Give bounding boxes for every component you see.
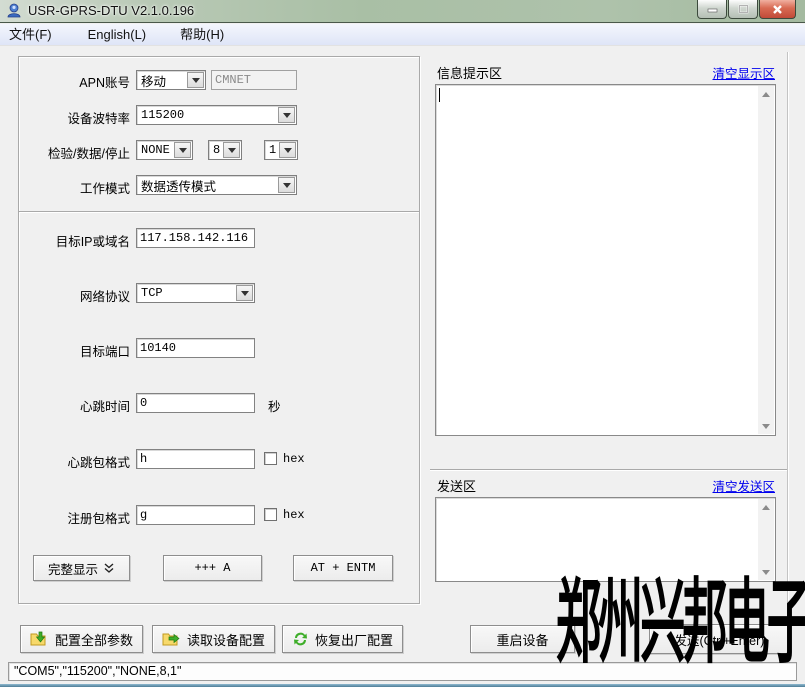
factory-reset-label: 恢复出厂配置 — [315, 630, 393, 649]
apn-value-field[interactable] — [211, 70, 297, 90]
heartbeat-time-field[interactable] — [136, 393, 255, 413]
target-port-field[interactable] — [136, 338, 255, 358]
parity-select[interactable]: NONE — [136, 140, 193, 160]
workmode-label: 工作模式 — [14, 178, 130, 197]
workmode-value: 数据透传模式 — [137, 176, 277, 195]
chevron-down-icon[interactable] — [278, 177, 295, 193]
chevron-down-icon[interactable] — [187, 72, 204, 88]
full-display-label: 完整显示 — [48, 559, 98, 578]
chevron-down-icon[interactable] — [223, 142, 240, 158]
window-title: USR-GPRS-DTU V2.1.0.196 — [28, 3, 194, 18]
menu-help[interactable]: 帮助(H) — [171, 24, 233, 46]
baud-select[interactable]: 115200 — [136, 105, 297, 125]
serial-params-label: 检验/数据/停止 — [14, 143, 130, 162]
heartbeat-packet-label: 心跳包格式 — [14, 452, 130, 471]
at-entm-label: AT + ENTM — [311, 561, 376, 575]
full-display-button[interactable]: 完整显示 — [33, 555, 130, 581]
right-edge-line — [787, 52, 789, 656]
register-packet-label: 注册包格式 — [14, 508, 130, 527]
stopbits-value: 1 — [265, 143, 278, 157]
protocol-select[interactable]: TCP — [136, 283, 255, 303]
send-textarea[interactable] — [435, 497, 776, 582]
minimize-button[interactable] — [697, 0, 727, 19]
scroll-down-icon[interactable] — [758, 418, 774, 434]
config-all-button[interactable]: 配置全部参数 — [20, 625, 143, 653]
apn-operator-select[interactable]: 移动 — [136, 70, 206, 90]
title-bar[interactable]: USR-GPRS-DTU V2.1.0.196 — [0, 0, 805, 23]
target-ip-label: 目标IP或域名 — [14, 231, 130, 250]
factory-reset-button[interactable]: 恢复出厂配置 — [282, 625, 403, 653]
read-config-button[interactable]: 读取设备配置 — [152, 625, 275, 653]
at-entm-button[interactable]: AT + ENTM — [293, 555, 393, 581]
read-config-label: 读取设备配置 — [187, 630, 265, 649]
maximize-button[interactable] — [728, 0, 758, 19]
baud-value: 115200 — [137, 108, 277, 122]
databits-value: 8 — [209, 143, 222, 157]
refresh-icon — [292, 631, 309, 647]
clear-display-link[interactable]: 清空显示区 — [712, 63, 775, 82]
config-all-label: 配置全部参数 — [55, 630, 133, 649]
app-window: USR-GPRS-DTU V2.1.0.196 文件(F) English(L)… — [0, 0, 805, 687]
plus-a-label: +++ A — [194, 561, 230, 575]
register-hex-checkbox[interactable] — [264, 508, 277, 521]
scroll-up-icon[interactable] — [758, 499, 774, 515]
protocol-value: TCP — [137, 286, 235, 300]
register-hex-label: hex — [283, 508, 305, 522]
vendor-watermark: 郑州兴邦电子 — [556, 574, 805, 672]
workmode-select[interactable]: 数据透传模式 — [136, 175, 297, 195]
protocol-label: 网络协议 — [14, 286, 130, 305]
heartbeat-packet-field[interactable] — [136, 449, 255, 469]
apn-label: APN账号 — [14, 72, 130, 91]
info-display-textarea[interactable] — [435, 84, 776, 436]
close-icon — [772, 4, 783, 15]
restart-device-label: 重启设备 — [496, 630, 548, 649]
heartbeat-hex-checkbox[interactable] — [264, 452, 277, 465]
plus-a-button[interactable]: +++ A — [163, 555, 262, 581]
chevron-double-down-icon — [103, 562, 115, 574]
heartbeat-time-label: 心跳时间 — [14, 396, 130, 415]
scroll-up-icon[interactable] — [758, 86, 774, 102]
heartbeat-hex-label: hex — [283, 452, 305, 466]
close-button[interactable] — [759, 0, 796, 19]
info-area-title: 信息提示区 — [437, 63, 502, 82]
databits-select[interactable]: 8 — [208, 140, 242, 160]
chevron-down-icon[interactable] — [236, 285, 253, 301]
menu-english[interactable]: English(L) — [79, 24, 156, 46]
menu-file[interactable]: 文件(F) — [0, 24, 61, 46]
target-ip-field[interactable] — [136, 228, 255, 248]
heartbeat-unit-label: 秒 — [268, 396, 298, 415]
apn-operator-value: 移动 — [137, 71, 186, 90]
clear-send-link[interactable]: 清空发送区 — [712, 476, 775, 495]
register-packet-field[interactable] — [136, 505, 255, 525]
stopbits-select[interactable]: 1 — [264, 140, 298, 160]
menu-bar: 文件(F) English(L) 帮助(H) — [0, 24, 805, 46]
baud-label: 设备波特率 — [14, 108, 130, 127]
minimize-icon — [707, 5, 718, 14]
folder-download-icon — [30, 631, 49, 647]
app-icon — [6, 3, 22, 19]
maximize-icon — [738, 4, 749, 14]
chevron-down-icon[interactable] — [279, 142, 296, 158]
info-scrollbar[interactable] — [758, 86, 774, 434]
right-divider — [430, 469, 788, 471]
send-scrollbar[interactable] — [758, 499, 774, 580]
text-caret — [439, 88, 440, 102]
target-port-label: 目标端口 — [14, 341, 130, 360]
panel-divider — [19, 211, 419, 213]
send-area-title: 发送区 — [437, 476, 476, 495]
folder-export-icon — [162, 631, 181, 647]
chevron-down-icon[interactable] — [278, 107, 295, 123]
parity-value: NONE — [137, 143, 173, 157]
chevron-down-icon[interactable] — [174, 142, 191, 158]
